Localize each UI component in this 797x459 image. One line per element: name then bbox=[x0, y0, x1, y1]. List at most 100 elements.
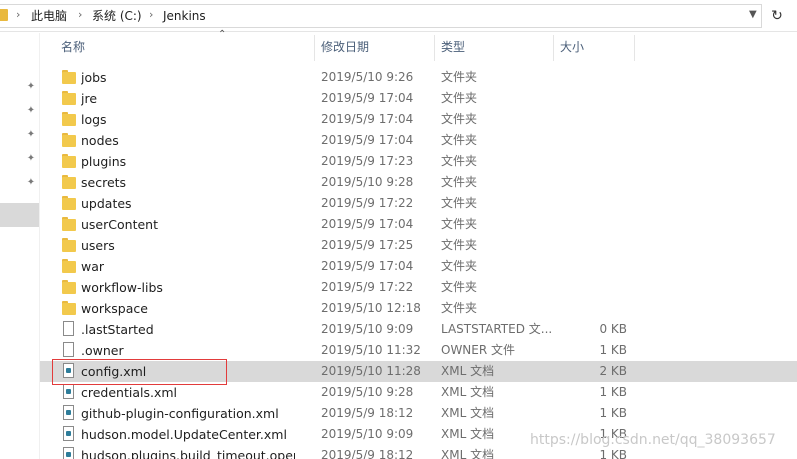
file-type: 文件夹 bbox=[441, 238, 478, 252]
address-history-chevron-icon[interactable]: ▼ bbox=[749, 9, 757, 20]
file-type: 文件夹 bbox=[441, 280, 478, 294]
file-name: war bbox=[81, 259, 105, 274]
highlight-annotation-box bbox=[52, 359, 227, 385]
file-row[interactable]: workflow-libs 2019/5/9 17:22 文件夹 bbox=[40, 277, 797, 298]
file-row[interactable]: nodes 2019/5/9 17:04 文件夹 bbox=[40, 130, 797, 151]
navigation-pane: ✦ ✦ ✦ ✦ ✦ bbox=[0, 33, 40, 459]
file-type: LASTSTARTED 文... bbox=[441, 322, 553, 336]
folder-icon bbox=[62, 70, 76, 85]
column-header-type[interactable]: 类型 bbox=[435, 33, 553, 61]
file-modified-date: 2019/5/9 18:12 bbox=[321, 406, 414, 420]
file-size: 1 KB bbox=[599, 343, 627, 357]
breadcrumb-this-pc[interactable]: 此电脑 bbox=[31, 9, 67, 23]
breadcrumb-jenkins[interactable]: Jenkins bbox=[163, 9, 206, 23]
breadcrumb-separator: › bbox=[78, 8, 83, 21]
file-modified-date: 2019/5/9 17:25 bbox=[321, 238, 414, 252]
folder-icon bbox=[62, 133, 76, 148]
file-size bbox=[555, 193, 627, 214]
breadcrumb-separator: › bbox=[16, 8, 21, 21]
folder-icon bbox=[0, 9, 8, 21]
xml-file-icon bbox=[63, 447, 74, 459]
column-header-date[interactable]: 修改日期 bbox=[315, 33, 435, 61]
file-name: plugins bbox=[81, 154, 127, 169]
column-divider[interactable] bbox=[634, 35, 635, 61]
file-type: OWNER 文件 bbox=[441, 343, 516, 357]
file-type: 文件夹 bbox=[441, 259, 478, 273]
file-modified-date: 2019/5/10 9:28 bbox=[321, 175, 414, 189]
file-row[interactable]: github-plugin-configuration.xml 2019/5/9 … bbox=[40, 403, 797, 424]
xml-file-icon bbox=[63, 384, 74, 399]
file-type: 文件夹 bbox=[441, 133, 478, 147]
pin-icon[interactable]: ✦ bbox=[24, 80, 38, 94]
folder-icon bbox=[62, 280, 76, 295]
file-type: 文件夹 bbox=[441, 154, 478, 168]
folder-icon bbox=[62, 91, 76, 106]
xml-file-icon bbox=[63, 426, 74, 441]
file-type: 文件夹 bbox=[441, 301, 478, 315]
file-size bbox=[555, 67, 627, 88]
file-row[interactable]: updates 2019/5/9 17:22 文件夹 bbox=[40, 193, 797, 214]
file-row[interactable]: jobs 2019/5/10 9:26 文件夹 bbox=[40, 67, 797, 88]
refresh-icon[interactable]: ↻ bbox=[767, 6, 787, 26]
folder-icon bbox=[62, 259, 76, 274]
file-name: .owner bbox=[81, 343, 124, 358]
file-type: 文件夹 bbox=[441, 196, 478, 210]
file-modified-date: 2019/5/10 11:32 bbox=[321, 343, 421, 357]
file-row[interactable]: war 2019/5/9 17:04 文件夹 bbox=[40, 256, 797, 277]
file-name: hudson.plugins.build_timeout.operati... bbox=[81, 448, 295, 459]
file-modified-date: 2019/5/10 9:26 bbox=[321, 70, 414, 84]
file-name: updates bbox=[81, 196, 132, 211]
file-name: logs bbox=[81, 112, 107, 127]
file-size bbox=[555, 130, 627, 151]
folder-icon bbox=[62, 217, 76, 232]
file-row[interactable]: credentials.xml 2019/5/10 9:28 XML 文档 1 KB bbox=[40, 382, 797, 403]
file-row[interactable]: logs 2019/5/9 17:04 文件夹 bbox=[40, 109, 797, 130]
file-type: XML 文档 bbox=[441, 406, 495, 420]
file-row[interactable]: secrets 2019/5/10 9:28 文件夹 bbox=[40, 172, 797, 193]
column-header-name[interactable]: 名称 bbox=[55, 33, 315, 61]
file-name: jobs bbox=[81, 70, 107, 85]
pin-icon[interactable]: ✦ bbox=[24, 104, 38, 118]
file-modified-date: 2019/5/9 18:12 bbox=[321, 448, 414, 459]
file-modified-date: 2019/5/9 17:04 bbox=[321, 133, 414, 147]
file-size bbox=[555, 88, 627, 109]
file-modified-date: 2019/5/10 11:28 bbox=[321, 364, 421, 378]
breadcrumb-separator: › bbox=[149, 8, 154, 21]
file-list: jobs 2019/5/10 9:26 文件夹 jre 2019/5/9 17:04 文件… bbox=[40, 67, 797, 459]
pin-icon[interactable]: ✦ bbox=[24, 152, 38, 166]
file-type: 文件夹 bbox=[441, 91, 478, 105]
file-name: hudson.model.UpdateCenter.xml bbox=[81, 427, 287, 442]
file-modified-date: 2019/5/9 17:04 bbox=[321, 217, 414, 231]
file-type: XML 文档 bbox=[441, 364, 495, 378]
file-size bbox=[555, 151, 627, 172]
file-modified-date: 2019/5/10 9:28 bbox=[321, 385, 414, 399]
column-header-size[interactable]: 大小 bbox=[554, 33, 634, 61]
file-row[interactable]: .owner 2019/5/10 11:32 OWNER 文件 1 KB bbox=[40, 340, 797, 361]
file-name: jre bbox=[81, 91, 98, 106]
file-icon bbox=[63, 342, 74, 357]
file-type: 文件夹 bbox=[441, 175, 478, 189]
file-name: users bbox=[81, 238, 115, 253]
file-type: 文件夹 bbox=[441, 217, 478, 231]
breadcrumb-system-drive[interactable]: 系统 (C:) bbox=[92, 9, 142, 23]
pin-icon[interactable]: ✦ bbox=[24, 128, 38, 142]
column-header-row: ⌃ 名称 修改日期 类型 大小 bbox=[40, 29, 797, 61]
file-name: github-plugin-configuration.xml bbox=[81, 406, 279, 421]
folder-icon bbox=[62, 238, 76, 253]
file-row[interactable]: userContent 2019/5/9 17:04 文件夹 bbox=[40, 214, 797, 235]
xml-file-icon bbox=[63, 405, 74, 420]
file-size bbox=[555, 214, 627, 235]
file-type: 文件夹 bbox=[441, 70, 478, 84]
file-row[interactable]: users 2019/5/9 17:25 文件夹 bbox=[40, 235, 797, 256]
file-row[interactable]: .lastStarted 2019/5/10 9:09 LASTSTARTED 文.… bbox=[40, 319, 797, 340]
pin-icon[interactable]: ✦ bbox=[24, 176, 38, 190]
file-row[interactable]: jre 2019/5/9 17:04 文件夹 bbox=[40, 88, 797, 109]
file-size bbox=[555, 277, 627, 298]
file-type: 文件夹 bbox=[441, 112, 478, 126]
file-row[interactable]: workspace 2019/5/10 12:18 文件夹 bbox=[40, 298, 797, 319]
file-size bbox=[555, 298, 627, 319]
folder-icon bbox=[62, 175, 76, 190]
nav-selected-item[interactable] bbox=[0, 203, 39, 227]
file-row[interactable]: plugins 2019/5/9 17:23 文件夹 bbox=[40, 151, 797, 172]
file-size: 0 KB bbox=[599, 322, 627, 336]
